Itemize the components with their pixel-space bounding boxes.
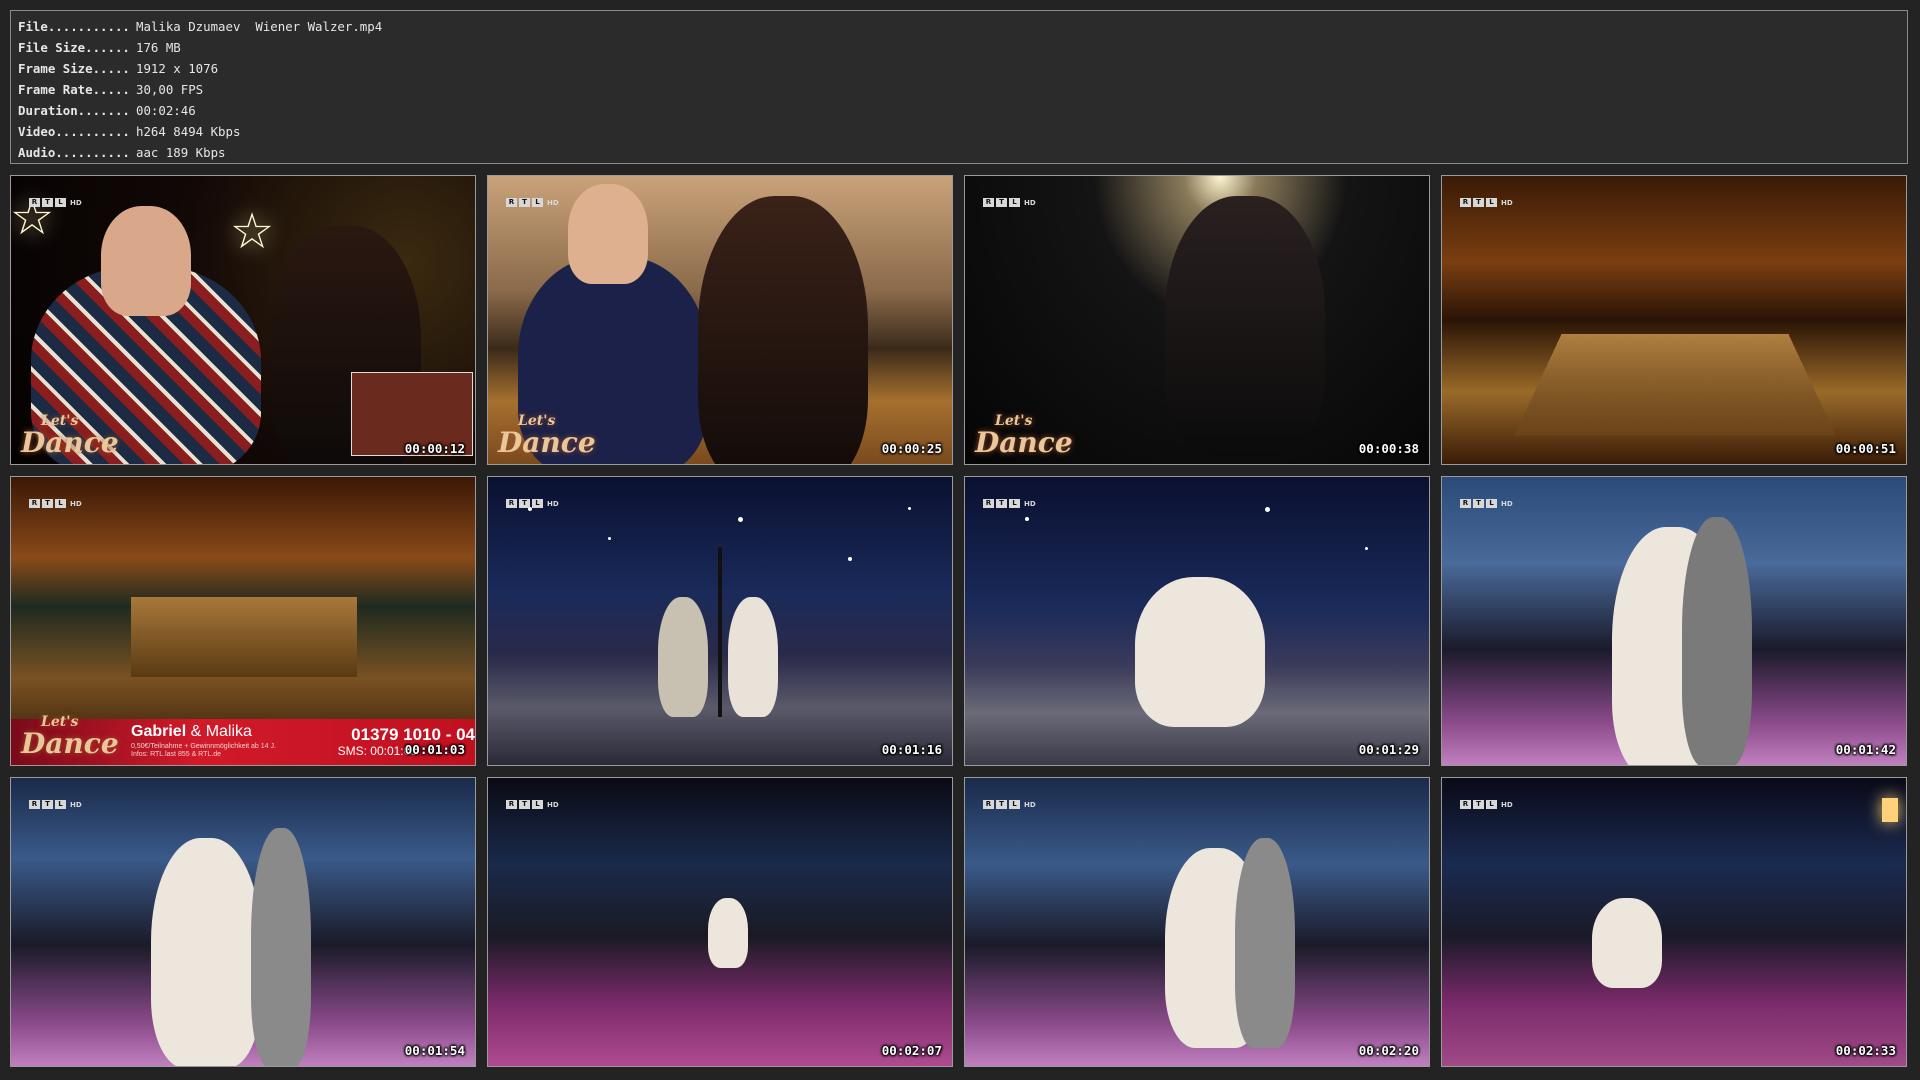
lets-dance-logo: Let's Dance [975, 413, 1073, 459]
timestamp: 00:02:20 [1358, 1043, 1419, 1058]
dancing-couple [708, 898, 748, 968]
person-face [568, 184, 648, 284]
star-icon [1265, 507, 1270, 512]
timestamp: 00:01:42 [1835, 742, 1896, 757]
rtl-hd-logo: R T L HD [29, 499, 82, 508]
couple-names: Gabriel & Malika [131, 723, 252, 740]
rtl-hd-logo: R T L HD [983, 198, 1036, 207]
star-icon [1365, 547, 1368, 550]
timestamp: 00:01:03 [404, 742, 465, 757]
thumbnail-4[interactable]: R T L HD 00:00:51 [1441, 175, 1907, 465]
info-row-file-size: File Size...... 176 MB [18, 40, 181, 55]
dance-floor [131, 597, 357, 677]
star-icon [848, 557, 852, 561]
info-row-frame-rate: Frame Rate..... 30,00 FPS [18, 82, 204, 97]
timestamp: 00:00:38 [1358, 441, 1419, 456]
thumbnail-10[interactable]: R T L HD 00:02:07 [487, 777, 953, 1067]
dancer-man [1682, 517, 1752, 765]
dancer-man [251, 828, 311, 1066]
scene-winter-closeup [1442, 477, 1906, 765]
info-row-duration: Duration....... 00:02:46 [18, 103, 196, 118]
person-woman [698, 196, 868, 464]
timestamp: 00:00:25 [881, 441, 942, 456]
scene-stage-lamp [1442, 778, 1906, 1066]
scene-winter-dip [965, 778, 1429, 1066]
thumbnail-5[interactable]: R T L HD Gabriel & Malika 01379 1010 - 04 0… [10, 476, 476, 766]
scene-ballroom-overview [1442, 176, 1906, 464]
dancer-woman [151, 838, 261, 1066]
info-row-file: File........... Malika Dzumaev Wiener Wal… [18, 19, 383, 34]
star-decoration-icon: ☆ [231, 184, 274, 266]
lets-dance-logo: Let's Dance [21, 413, 119, 459]
thumbnail-9[interactable]: R T L HD 00:01:54 [10, 777, 476, 1067]
info-row-video: Video.......... h264 8494 Kbps [18, 124, 241, 139]
thumbnail-3[interactable]: R T L HD Let's Dance 00:00:38 [964, 175, 1430, 465]
scene-night-spin [965, 477, 1429, 765]
rtl-hd-logo: R T L HD [29, 800, 82, 809]
lets-dance-logo: Let's Dance [21, 714, 119, 760]
thumbnail-7[interactable]: R T L HD 00:01:29 [964, 476, 1430, 766]
voting-fine-print: 0,50€/Teilnahme + Gewinnmöglichkeit ab 1… [131, 743, 276, 758]
dancing-couple [1592, 898, 1662, 988]
timestamp: 00:00:12 [404, 441, 465, 456]
star-icon [1025, 517, 1029, 521]
rtl-hd-logo: R T L HD [1460, 198, 1513, 207]
rtl-hd-logo: R T L HD [506, 499, 559, 508]
dancing-couple [1135, 577, 1265, 727]
info-row-audio: Audio.......... aac 189 Kbps [18, 145, 226, 160]
scene-stage-wide [488, 778, 952, 1066]
dancer-man [1235, 838, 1295, 1048]
star-icon [608, 537, 611, 540]
thumbnail-1[interactable]: ☆ ☆ R T L HD Let's Dance 00:00:12 [10, 175, 476, 465]
rtl-hd-logo: R T L HD [506, 198, 559, 207]
rtl-hd-logo: R T L HD [1460, 800, 1513, 809]
star-decoration-icon: ☆ [11, 175, 54, 252]
thumbnail-11[interactable]: R T L HD 00:02:20 [964, 777, 1430, 1067]
thumbnail-12[interactable]: R T L HD 00:02:33 [1441, 777, 1907, 1067]
timestamp: 00:00:51 [1835, 441, 1896, 456]
timestamp: 00:01:29 [1358, 742, 1419, 757]
thumbnail-6[interactable]: R T L HD 00:01:16 [487, 476, 953, 766]
lamppost [718, 547, 722, 717]
star-icon [908, 507, 911, 510]
timestamp: 00:02:07 [881, 1043, 942, 1058]
scene-winter-closeup-2 [11, 778, 475, 1066]
timestamp: 00:01:16 [881, 742, 942, 757]
rtl-hd-logo: R T L HD [29, 198, 82, 207]
rtl-hd-logo: R T L HD [1460, 499, 1513, 508]
timestamp: 00:02:33 [1835, 1043, 1896, 1058]
scene-night-lamppost [488, 477, 952, 765]
rtl-hd-logo: R T L HD [983, 800, 1036, 809]
lamp-light [1882, 798, 1898, 822]
file-info-panel: File........... Malika Dzumaev Wiener Wal… [10, 10, 1908, 164]
dancing-couple [1165, 196, 1325, 456]
rtl-hd-logo: R T L HD [506, 800, 559, 809]
timestamp: 00:01:54 [404, 1043, 465, 1058]
lets-dance-logo: Let's Dance [498, 413, 596, 459]
dance-floor [1514, 334, 1836, 436]
person-face [101, 206, 191, 316]
rtl-hd-logo: R T L HD [983, 499, 1036, 508]
dancer-woman [728, 597, 778, 717]
thumbnail-8[interactable]: R T L HD 00:01:42 [1441, 476, 1907, 766]
info-row-frame-size: Frame Size..... 1912 x 1076 [18, 61, 219, 76]
star-icon [738, 517, 743, 522]
thumbnail-2[interactable]: R T L HD Let's Dance 00:00:25 [487, 175, 953, 465]
dancer-man [658, 597, 708, 717]
